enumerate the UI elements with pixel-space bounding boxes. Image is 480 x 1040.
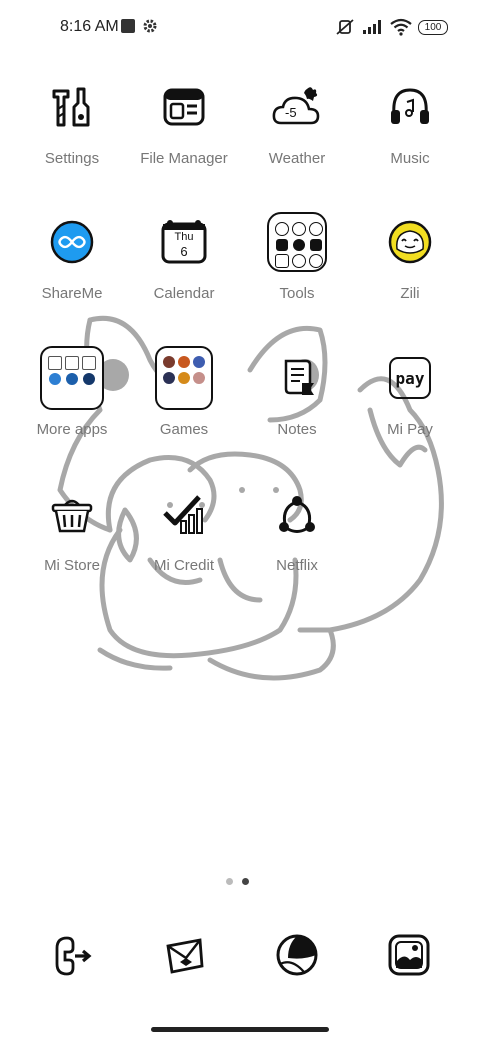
zili-face-icon <box>381 213 439 271</box>
shareme-infinity-icon <box>43 213 101 271</box>
mini-app-icon <box>309 254 323 268</box>
settings-gear-icon <box>143 19 157 33</box>
app-more-apps-folder[interactable]: More apps <box>12 346 132 438</box>
calendar-date: 6 <box>180 244 188 259</box>
app-label: ShareMe <box>41 285 103 302</box>
app-mi-credit[interactable]: Mi Credit <box>124 485 244 574</box>
tools-folder-icon <box>267 212 327 272</box>
status-bar: 8:16 AM 100 <box>0 0 480 56</box>
app-label: Zili <box>400 285 420 302</box>
mini-app-icon <box>292 222 306 236</box>
mini-app-icon <box>65 356 79 370</box>
netflix-nodes-icon <box>268 485 326 543</box>
mini-app-icon <box>193 371 205 384</box>
app-tools-folder[interactable]: Tools <box>237 212 357 302</box>
app-label: Mi Pay <box>387 421 433 438</box>
status-icons: 100 <box>334 17 448 37</box>
battery-indicator: 100 <box>418 19 448 35</box>
app-games-folder[interactable]: Games <box>124 346 244 438</box>
mini-app-icon <box>293 239 305 251</box>
app-label: Netflix <box>276 557 318 574</box>
status-time: 8:16 AM <box>60 18 119 35</box>
mini-app-icon <box>275 222 289 236</box>
app-label: Weather <box>268 150 326 167</box>
app-label: Calendar <box>153 285 215 302</box>
settings-tools-icon <box>43 78 101 136</box>
mini-app-icon <box>48 356 62 370</box>
app-notes[interactable]: Notes <box>237 349 357 438</box>
app-mi-store[interactable]: Mi Store <box>12 485 132 574</box>
dock-messages-icon[interactable] <box>162 932 208 978</box>
dock-phone-icon[interactable] <box>49 932 95 978</box>
page-dot-active[interactable] <box>242 878 249 885</box>
dock-browser-icon[interactable] <box>274 932 320 978</box>
file-manager-icon <box>155 78 213 136</box>
page-dot[interactable] <box>226 878 233 885</box>
app-music[interactable]: Music <box>350 78 470 167</box>
mini-app-icon <box>178 356 190 369</box>
notes-scroll-icon <box>268 349 326 407</box>
mini-app-icon <box>66 373 78 385</box>
gesture-home-bar[interactable] <box>151 1027 329 1032</box>
mi-pay-icon-text: pay <box>395 368 425 388</box>
mini-app-icon <box>49 373 61 385</box>
mini-app-icon <box>310 239 322 251</box>
mi-pay-icon: pay <box>381 349 439 407</box>
signal-icon <box>363 20 381 34</box>
mini-app-icon <box>275 254 289 268</box>
more-apps-folder-icon <box>40 346 104 410</box>
notification-square-icon <box>121 19 135 33</box>
app-netflix[interactable]: Netflix <box>237 485 357 574</box>
app-settings[interactable]: Settings <box>12 78 132 167</box>
app-label: Settings <box>44 150 100 167</box>
headphones-icon <box>381 78 439 136</box>
mini-app-icon <box>163 356 175 369</box>
app-label: Notes <box>277 421 317 438</box>
mini-app-icon <box>163 371 175 384</box>
mini-app-icon <box>82 356 96 370</box>
muted-vibrate-icon <box>336 19 354 35</box>
mini-app-icon <box>276 239 288 251</box>
app-mi-pay[interactable]: pay Mi Pay <box>350 349 470 438</box>
mini-app-icon <box>309 222 323 236</box>
mini-app-icon <box>83 373 95 385</box>
weather-cloud-icon: -5 <box>268 78 326 136</box>
app-calendar[interactable]: Thu 6 Calendar <box>124 213 244 302</box>
page-indicator[interactable] <box>226 878 249 885</box>
app-label: Tools <box>279 285 315 302</box>
app-file-manager[interactable]: File Manager <box>124 78 244 167</box>
app-zili[interactable]: Zili <box>350 213 470 302</box>
mi-credit-check-icon <box>155 485 213 543</box>
mini-app-icon <box>178 371 190 384</box>
games-folder-icon <box>155 346 213 410</box>
app-label: Mi Store <box>44 557 100 574</box>
mini-app-icon <box>193 356 205 369</box>
calendar-day: Thu <box>174 231 194 243</box>
app-label: File Manager <box>140 150 228 167</box>
app-weather[interactable]: -5 Weather <box>237 78 357 167</box>
calendar-icon: Thu 6 <box>155 213 213 271</box>
shopping-basket-icon <box>43 485 101 543</box>
app-label: Games <box>159 421 209 438</box>
dock-gallery-icon[interactable] <box>386 932 432 978</box>
app-label: More apps <box>36 421 108 438</box>
mini-app-icon <box>292 254 306 268</box>
wifi-icon <box>390 18 412 36</box>
app-label: Mi Credit <box>153 557 214 574</box>
weather-temperature: -5 <box>285 105 297 120</box>
app-shareme[interactable]: ShareMe <box>12 213 132 302</box>
app-label: Music <box>390 150 430 167</box>
